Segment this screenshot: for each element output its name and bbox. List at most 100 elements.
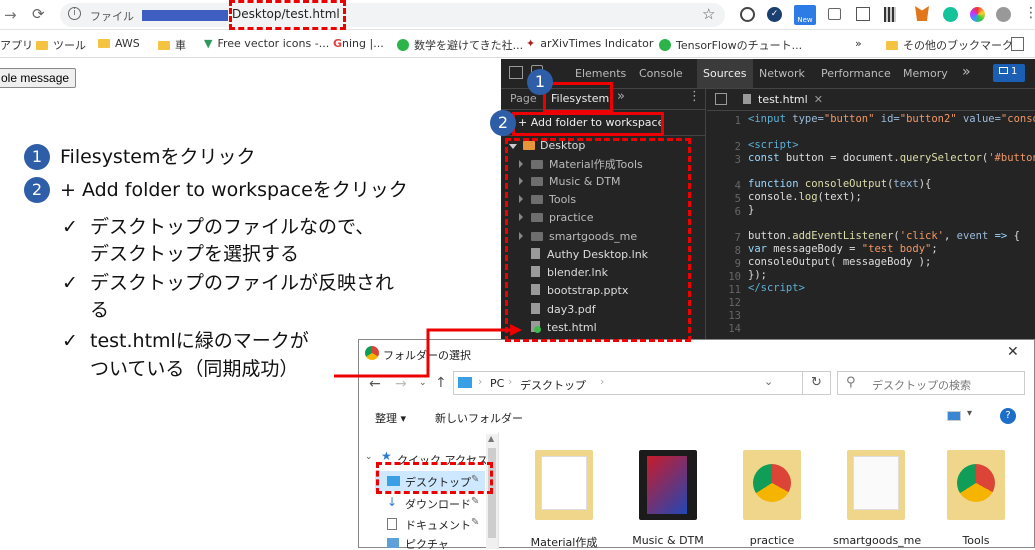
chrome-icon [957, 464, 995, 502]
subtabs-overflow[interactable]: » [617, 89, 625, 104]
search-box[interactable]: ⚲ デスクトップの検索 [837, 371, 1025, 395]
message-icon [999, 67, 1008, 74]
view-icon[interactable] [947, 411, 961, 421]
document-preview [853, 456, 899, 510]
navigator-menu-icon[interactable]: ⋮ [688, 89, 701, 104]
arrow-head-icon [510, 324, 522, 336]
folder-item[interactable]: practice [729, 450, 815, 547]
bookmark-arxivtimes[interactable]: ✦ arXivTimes Indicator [526, 37, 653, 50]
pin-icon: ✎ [471, 517, 480, 528]
view-dropdown-icon[interactable]: ▾ [967, 408, 972, 419]
nav-item-downloads[interactable]: ↓ ダウンロード ✎ [375, 493, 485, 513]
pin-icon: ✎ [471, 496, 480, 507]
tabs-overflow[interactable]: » [962, 64, 971, 80]
color-picker-icon[interactable] [970, 7, 985, 22]
folder-item[interactable]: Music & DTM [625, 450, 711, 547]
code-line: var messageBody = "test body"; [748, 243, 938, 255]
folder-icon [947, 450, 1005, 520]
folder-item[interactable]: Material作成 [521, 450, 607, 550]
highlight-filesystem [543, 82, 613, 113]
reload-icon[interactable]: ⟳ [32, 5, 45, 23]
tab-memory[interactable]: Memory [903, 67, 948, 80]
bookmark-other[interactable]: その他のブックマーク [886, 37, 1013, 53]
step-number-badge: 2 [490, 110, 516, 136]
folder-icon [98, 39, 110, 48]
tab-elements[interactable]: Elements [575, 67, 626, 80]
barcode-icon[interactable] [884, 7, 896, 22]
subtab-page[interactable]: Page [510, 92, 537, 105]
bookmarks-overflow[interactable]: » [855, 37, 862, 50]
picture-icon [387, 538, 399, 548]
editor-tab-test-html[interactable]: test.html ✕ [743, 93, 823, 106]
organize-button[interactable]: 整理 ▾ [375, 410, 406, 426]
messages-badge[interactable]: 1 [993, 64, 1025, 82]
toggle-navigator-icon[interactable] [715, 93, 727, 105]
code-line: </script> [748, 282, 805, 294]
help-icon[interactable]: ? [1000, 408, 1016, 424]
star-icon: ★ [381, 449, 392, 463]
reader-icon[interactable] [856, 7, 870, 21]
info-icon[interactable]: i [68, 7, 81, 20]
bookmark-car[interactable]: 車 [158, 37, 186, 53]
tab-performance[interactable]: Performance [821, 67, 891, 80]
address-bar[interactable]: i ファイル Desktop/test.html ☆ [60, 3, 725, 27]
arrow-line [334, 328, 510, 378]
bookmark-aws[interactable]: AWS [98, 37, 140, 50]
highlight-url [229, 0, 346, 30]
download-icon: ↓ [387, 495, 398, 509]
folder-item[interactable]: smartgoods_me [833, 450, 921, 547]
folder-icon [743, 450, 801, 520]
inspect-icon[interactable] [509, 66, 523, 79]
highlight-desktop-nav [376, 462, 493, 494]
code-line: } [748, 204, 754, 216]
code-editor[interactable]: <input type="button" id="button2" value=… [719, 110, 1035, 300]
bookmark-math[interactable]: 数学を避けてきた社... [397, 37, 523, 53]
document-icon [387, 518, 397, 530]
bird-icon: ✦ [526, 37, 536, 50]
bookmark-ning[interactable]: Gning |... [333, 37, 384, 50]
close-tab-icon[interactable]: ✕ [814, 93, 823, 106]
extension-icon[interactable] [740, 7, 755, 22]
console-message-button[interactable]: ole message [0, 68, 77, 88]
bookmark-tensorflow[interactable]: TensorFlowのチュート... [659, 37, 802, 53]
nav-item-documents[interactable]: ドキュメント ✎ [375, 514, 485, 534]
profile-avatar[interactable] [996, 7, 1011, 22]
new-extension-icon[interactable]: New [794, 5, 816, 25]
site-logo-icon [659, 39, 671, 51]
bookmark-apps[interactable]: アプリ [0, 37, 33, 53]
image-preview [647, 456, 687, 514]
folder-item[interactable]: Tools [933, 450, 1019, 547]
forward-arrow-icon[interactable]: → [4, 6, 17, 24]
redacted-path [142, 10, 228, 21]
path-dropdown-icon[interactable]: ⌄ [764, 375, 773, 388]
new-folder-button[interactable]: 新しいフォルダー [435, 410, 523, 426]
expand-icon[interactable]: ⌄ [365, 452, 373, 462]
close-icon[interactable]: ✕ [1007, 344, 1019, 360]
highlight-add-folder [512, 112, 664, 136]
editor-tabbar: test.html ✕ [707, 89, 1035, 111]
site-logo-icon [397, 39, 409, 51]
reading-list-icon[interactable] [1011, 37, 1024, 51]
bookmark-tools[interactable]: ツール [36, 37, 86, 53]
scroll-up-icon[interactable]: ▲ [488, 434, 494, 443]
code-line: consoleOutput( messageBody ); [748, 256, 931, 268]
tab-network[interactable]: Network [759, 67, 805, 80]
tab-console[interactable]: Console [639, 67, 683, 80]
check-icon: ✓ [62, 216, 78, 238]
code-line: }); [748, 269, 767, 281]
bookmark-free-vector-icons[interactable]: ▼ Free vector icons -... [204, 37, 329, 50]
nav-item-pictures[interactable]: ピクチャ [375, 534, 485, 549]
folder-icon [36, 41, 48, 50]
camera-icon[interactable] [828, 8, 841, 20]
folder-icon [639, 450, 697, 520]
folder-icon [847, 450, 905, 520]
star-icon[interactable]: ☆ [702, 5, 715, 23]
grammarly-icon[interactable] [943, 7, 958, 22]
check-extension-icon[interactable]: ✓ [767, 7, 782, 22]
menu-icon[interactable]: ⋮ [1024, 5, 1035, 21]
refresh-button[interactable]: ↻ [803, 371, 831, 395]
tab-sources[interactable]: Sources [697, 59, 753, 88]
g-logo-icon: G [333, 37, 343, 50]
metamask-icon[interactable] [915, 6, 929, 21]
chevron-icon: › [600, 375, 605, 388]
